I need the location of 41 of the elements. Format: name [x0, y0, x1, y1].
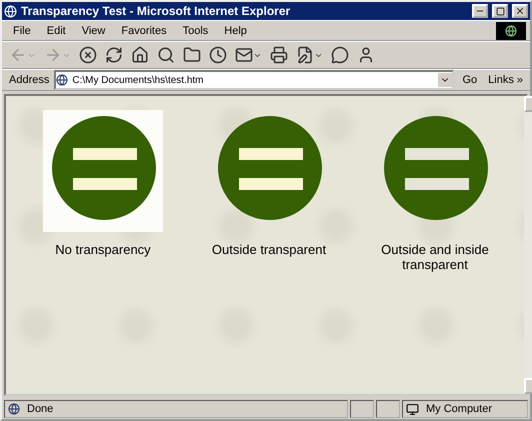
menu-item[interactable]: Favorites — [114, 22, 174, 38]
zone-label: My Computer — [425, 403, 494, 415]
forward-arrow-icon — [44, 46, 62, 64]
go-button[interactable]: Go — [456, 74, 484, 86]
clock-icon — [209, 46, 227, 64]
links-label[interactable]: Links » — [485, 74, 526, 86]
stop-icon — [79, 46, 97, 64]
maximize-button[interactable] — [492, 4, 508, 18]
printer-icon — [270, 46, 288, 64]
maximize-icon — [496, 6, 504, 16]
dropdown-button[interactable] — [438, 73, 452, 87]
address-field[interactable]: C:\My Documents\hs\test.htm — [54, 70, 454, 90]
address-value: C:\My Documents\hs\test.htm — [72, 74, 204, 86]
window-title: Transparency Test - Microsoft Internet Explorer — [21, 4, 292, 18]
windows-logo — [496, 22, 526, 40]
folder-icon — [183, 46, 201, 64]
menu-item[interactable]: Edit — [40, 22, 73, 38]
status-pane — [350, 400, 374, 418]
computer-icon — [406, 402, 419, 416]
close-button[interactable] — [512, 4, 528, 18]
document-icon — [296, 46, 314, 64]
image-caption: Outside transparent — [212, 242, 326, 257]
minimize-button[interactable] — [472, 4, 488, 18]
search-icon — [157, 46, 175, 64]
menu-item[interactable]: Help — [217, 22, 254, 38]
refresh-icon — [105, 46, 123, 64]
browser-icon — [8, 403, 20, 415]
image-caption: No transparency — [55, 242, 151, 257]
menu-item[interactable]: File — [6, 22, 38, 38]
mail-icon — [235, 46, 253, 64]
browser-icon — [4, 4, 17, 18]
speech-bubble-icon — [331, 46, 349, 64]
address-label: Address — [8, 74, 50, 86]
menu-item[interactable]: Tools — [176, 22, 216, 38]
person-icon — [357, 46, 375, 64]
status-pane — [376, 400, 400, 418]
home-icon — [131, 46, 149, 64]
image-caption: Outside and inside transparent — [380, 242, 490, 272]
close-icon — [515, 6, 525, 16]
menu-item[interactable]: View — [74, 22, 112, 38]
status-text: Done — [26, 403, 54, 415]
